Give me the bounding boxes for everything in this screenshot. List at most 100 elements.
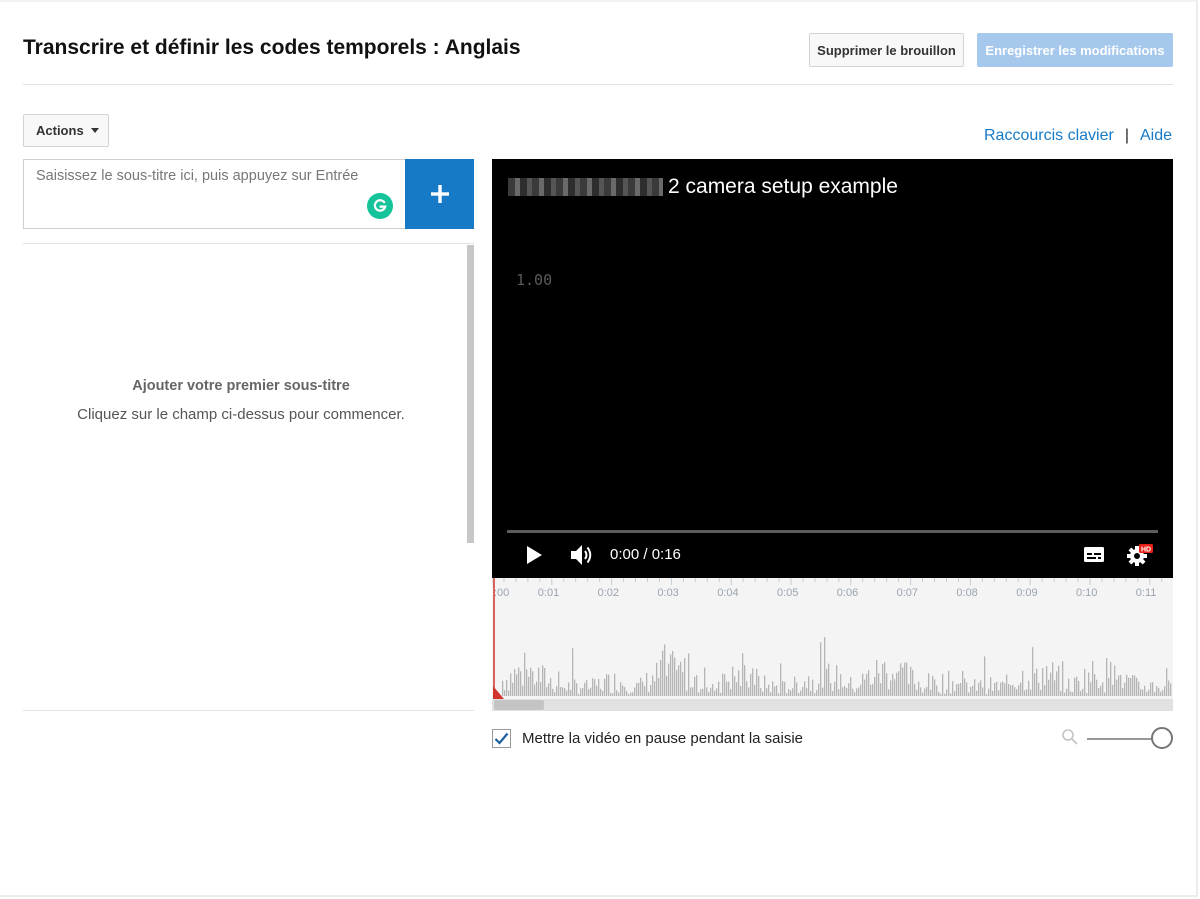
subtitles-icon[interactable] [1083,546,1105,563]
waveform-bar [544,668,546,696]
waveform-bar [570,689,572,696]
link-separator: | [1124,127,1129,144]
waveform-bar [722,673,724,696]
waveform-bar [552,688,554,696]
volume-icon[interactable] [570,544,594,566]
waveform-bar [1084,668,1086,696]
actions-dropdown[interactable]: Actions [23,114,109,147]
waveform-bar [952,681,954,696]
subtitle-input[interactable]: Saisissez le sous-titre ici, puis appuye… [23,159,406,229]
waveform-bar [750,673,752,696]
pause-while-typing-checkbox[interactable] [492,729,511,748]
waveform-bar [664,644,666,696]
waveform-bar [786,693,788,696]
waveform-bar [1124,682,1126,696]
waveform-bar [626,690,628,696]
delete-draft-button[interactable]: Supprimer le brouillon [809,33,964,67]
empty-state-title: Ajouter votre premier sous-titre [132,378,350,394]
waveform-bar [1156,686,1158,696]
waveform-bar [818,683,820,696]
zoom-slider-track[interactable] [1087,738,1155,740]
waveform-bar [534,684,536,696]
keyboard-shortcuts-link[interactable]: Raccourcis clavier [984,127,1114,145]
waveform-bar [956,683,958,696]
play-icon[interactable] [525,545,544,565]
waveform-bar [696,675,698,696]
waveform-bar [930,689,932,696]
waveform-bar [1100,685,1102,696]
waveform-bar [1070,691,1072,696]
waveform-bar [852,688,854,696]
save-changes-button[interactable]: Enregistrer les modifications [977,33,1173,67]
waveform-bar [790,690,792,696]
waveform-bar [686,690,688,696]
waveform-bar [612,693,614,696]
waveform-bar [806,688,808,696]
waveform-bar [526,669,528,696]
waveform-bar [1030,689,1032,696]
waveform-bar [606,674,608,696]
waveform-bar [1044,685,1046,696]
timeline-track[interactable] [492,578,1173,699]
waveform-bar [872,683,874,696]
waveform-bar [592,678,594,696]
waveform-bar [972,685,974,696]
timeline-tick-label: :00 [494,587,510,599]
waveform-bar [638,682,640,696]
waveform-bar [1126,674,1128,696]
waveform-bar [1114,665,1116,696]
waveform-bar [900,663,902,696]
waveform-bar [724,674,726,696]
waveform-bar [540,681,542,696]
waveform-bar [942,673,944,696]
waveform-bar [882,664,884,696]
waveform-bar [624,687,626,696]
waveform-bar [1088,672,1090,696]
waveform-bar [890,680,892,696]
waveform-bar [1166,668,1168,696]
waveform-bar [898,671,900,696]
zoom-slider-handle[interactable] [1151,727,1173,749]
waveform-bar [772,681,774,696]
waveform-bar [800,690,802,696]
waveform-bar [1136,677,1138,696]
waveform-bar [1026,689,1028,696]
waveform-bar [516,674,518,696]
pause-while-typing-label[interactable]: Mettre la vidéo en pause pendant la sais… [522,730,803,747]
waveform-bar [970,686,972,696]
waveform-bar [542,665,544,696]
waveform-bar [524,652,526,696]
video-player[interactable] [492,159,1173,578]
waveform-bar [926,686,928,696]
waveform-bar [932,675,934,696]
waveform-bar [630,692,632,696]
settings-icon[interactable]: HD [1126,543,1154,567]
waveform-bar [682,672,684,696]
waveform-bar [652,675,654,696]
waveform-bar [596,685,598,696]
waveform-bar [1036,668,1038,696]
waveform-bar [1006,674,1008,696]
waveform-bar [752,668,754,696]
waveform-bar [782,680,784,696]
subtitle-list-scrollbar[interactable] [467,245,474,543]
grammarly-icon[interactable] [367,193,393,219]
waveform-bar [568,682,570,696]
waveform-bar [894,679,896,696]
waveform-bar [574,679,576,696]
timeline-scrollbar[interactable] [492,699,1173,711]
waveform-bar [986,694,988,696]
waveform-bar [620,682,622,696]
waveform-bar [1086,692,1088,696]
waveform-bar [954,691,956,696]
blurred-channel-name [508,178,663,196]
waveform-bar [840,674,842,696]
waveform-bar [780,663,782,696]
waveform-bar [798,693,800,696]
timeline-scrollbar-thumb[interactable] [494,700,544,710]
video-progress-bar[interactable] [507,530,1158,533]
help-link[interactable]: Aide [1140,127,1172,145]
add-subtitle-button[interactable] [405,159,474,229]
waveform-bar [1014,687,1016,696]
waveform-bar [738,670,740,696]
